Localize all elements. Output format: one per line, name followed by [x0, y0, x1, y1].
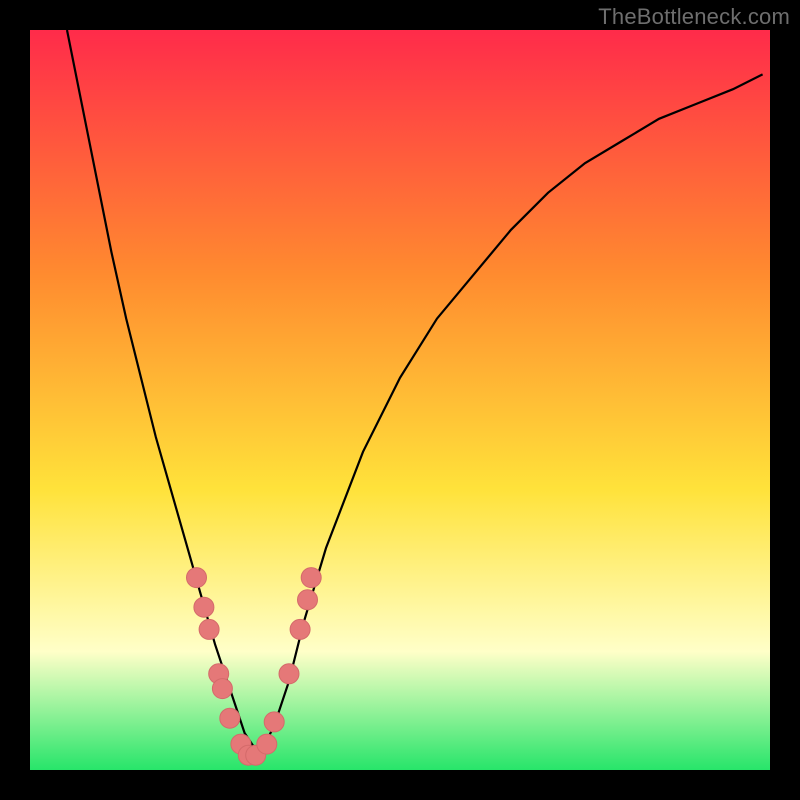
data-marker	[279, 664, 299, 684]
watermark-text: TheBottleneck.com	[598, 4, 790, 30]
plot-svg	[30, 30, 770, 770]
data-marker	[298, 590, 318, 610]
gradient-background	[30, 30, 770, 770]
data-marker	[199, 619, 219, 639]
data-marker	[290, 619, 310, 639]
data-marker	[257, 734, 277, 754]
plot-area	[30, 30, 770, 770]
data-marker	[220, 708, 240, 728]
data-marker	[187, 568, 207, 588]
data-marker	[194, 597, 214, 617]
data-marker	[301, 568, 321, 588]
data-marker	[264, 712, 284, 732]
data-marker	[212, 679, 232, 699]
chart-frame: TheBottleneck.com	[0, 0, 800, 800]
